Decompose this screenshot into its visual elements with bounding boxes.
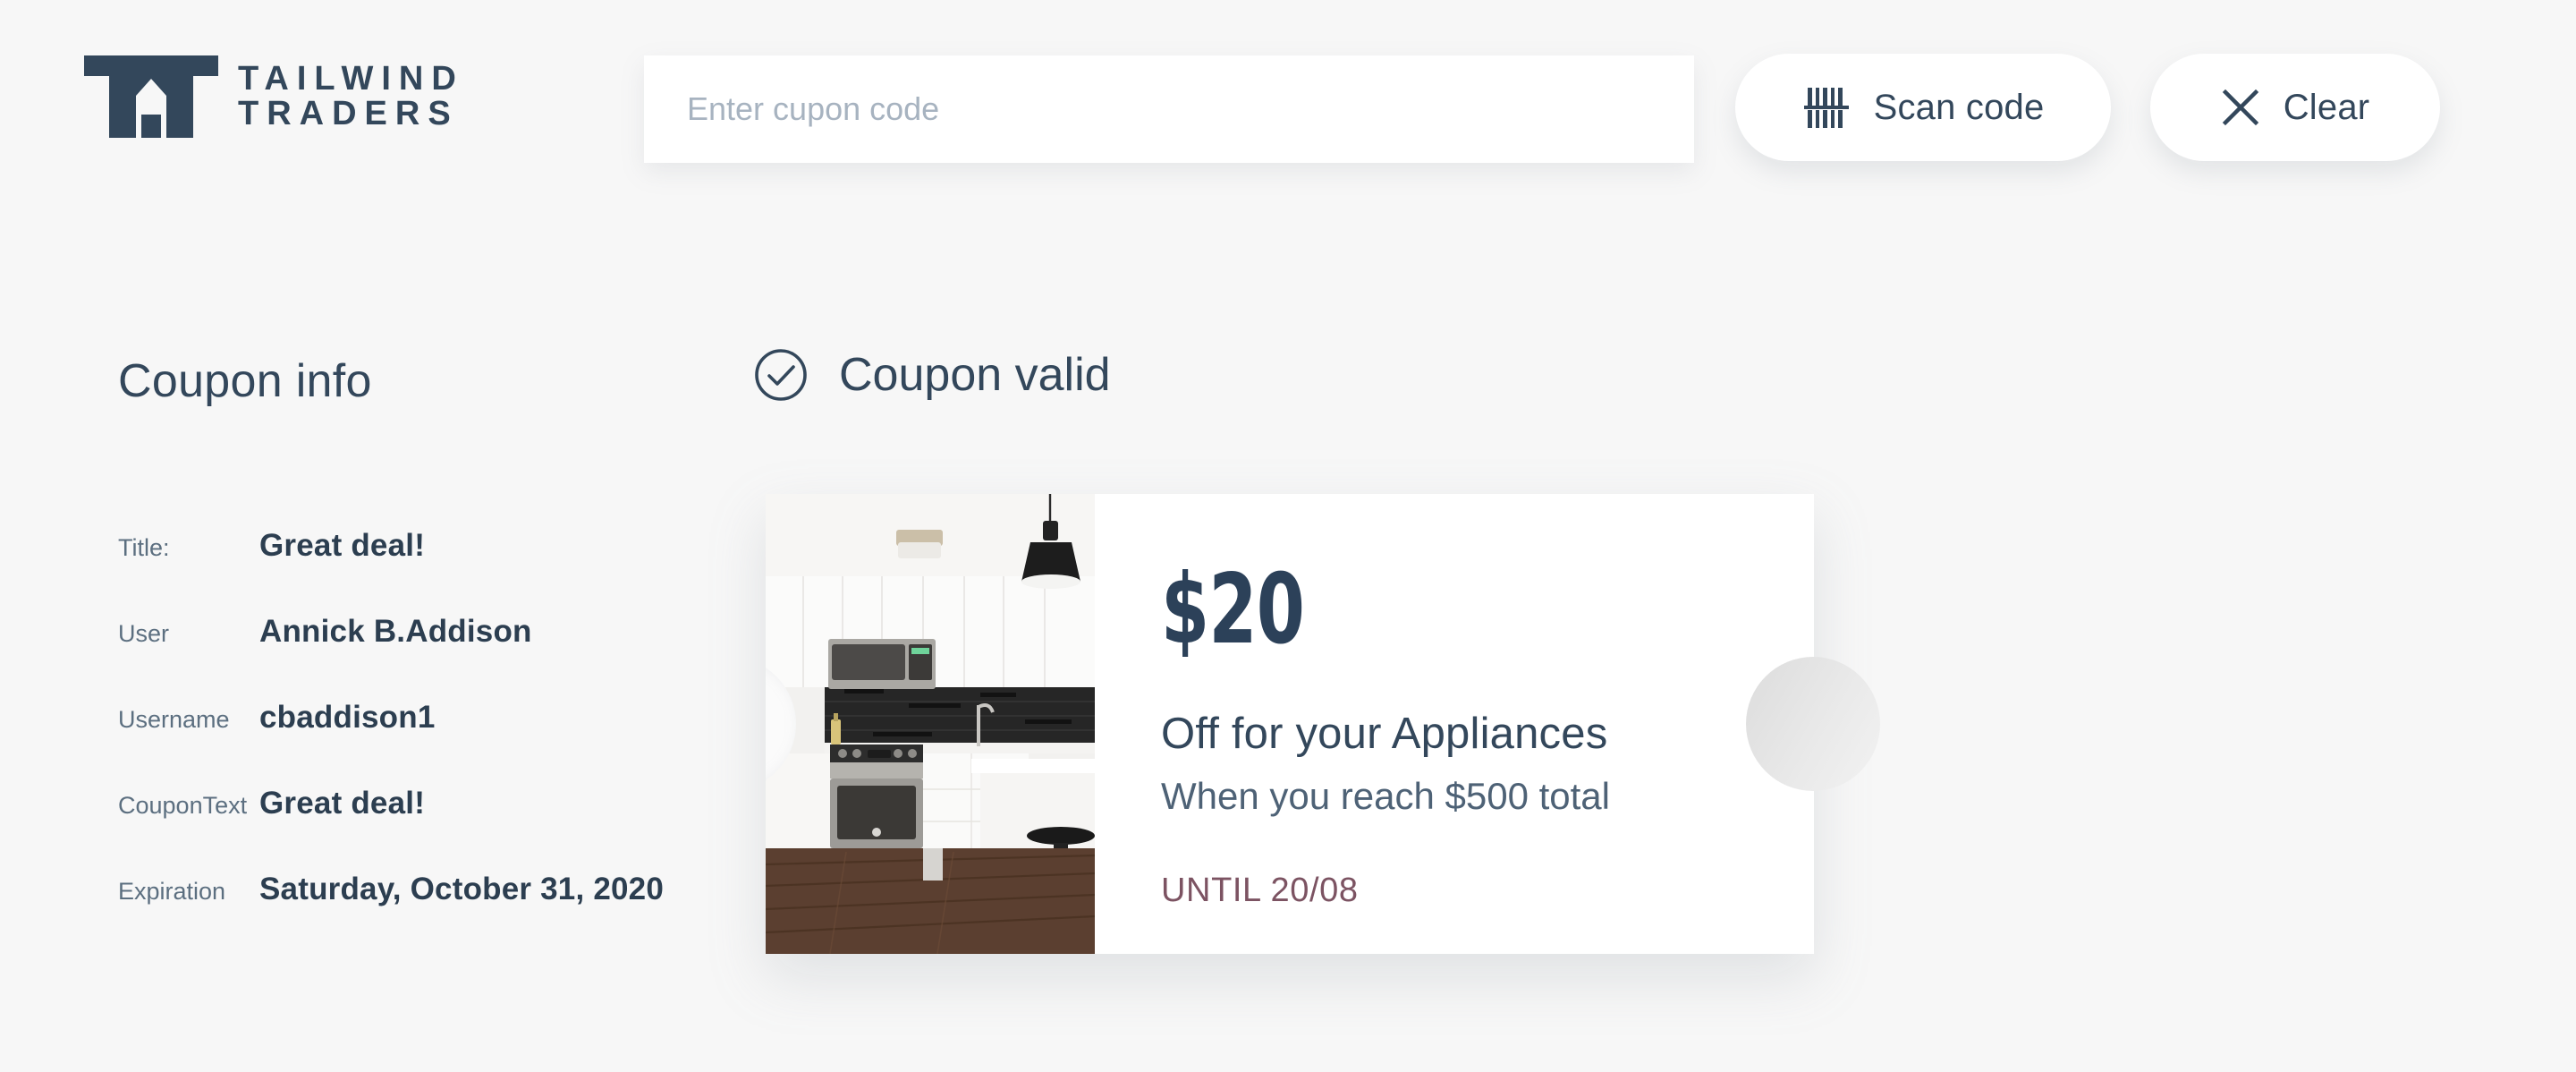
main-content: Coupon info Coupon valid Title: Great de… bbox=[0, 179, 2576, 1072]
field-value: cbaddison1 bbox=[259, 700, 436, 735]
barcode-icon bbox=[1803, 88, 1849, 128]
check-circle-icon bbox=[755, 349, 807, 401]
coupon-amount: $20 bbox=[1161, 554, 1305, 666]
field-value: Annick B.Addison bbox=[259, 614, 532, 649]
scan-code-label: Scan code bbox=[1873, 87, 2045, 127]
field-label: Username bbox=[118, 706, 230, 733]
coupon-details: $20 Off for your Appliances When you rea… bbox=[1095, 494, 1880, 954]
clear-button[interactable]: Clear bbox=[2150, 54, 2440, 161]
field-value: Saturday, October 31, 2020 bbox=[259, 872, 664, 906]
list-item: Title: Great deal! bbox=[118, 528, 673, 614]
brand-logo[interactable]: TAILWIND TRADERS bbox=[84, 55, 464, 138]
list-item: User Annick B.Addison bbox=[118, 614, 673, 700]
field-label: User bbox=[118, 620, 170, 647]
list-item: Username cbaddison1 bbox=[118, 700, 673, 786]
brand-name-line1: TAILWIND bbox=[238, 60, 464, 98]
list-item: Expiration Saturday, October 31, 2020 bbox=[118, 872, 673, 957]
ticket-notch-right bbox=[1746, 657, 1880, 791]
brand-name-line2: TRADERS bbox=[238, 95, 459, 132]
close-x-icon bbox=[2222, 89, 2258, 126]
app-header: TAILWIND TRADERS Scan code bbox=[0, 0, 2576, 179]
coupon-card[interactable]: $20 Off for your Appliances When you rea… bbox=[766, 494, 1880, 954]
coupon-image bbox=[766, 494, 1095, 954]
field-label: Title: bbox=[118, 534, 170, 561]
coupon-headline: Off for your Appliances bbox=[1161, 710, 1608, 758]
brand-wordmark: TAILWIND TRADERS bbox=[238, 62, 464, 132]
field-value: Great deal! bbox=[259, 528, 426, 563]
field-label: CouponText bbox=[118, 792, 248, 819]
coupon-info-title: Coupon info bbox=[118, 355, 372, 407]
field-value: Great deal! bbox=[259, 786, 426, 821]
tailwind-traders-house-logo-icon bbox=[84, 55, 218, 138]
clear-label: Clear bbox=[2283, 87, 2370, 127]
coupon-status-label: Coupon valid bbox=[839, 349, 1111, 401]
coupon-expiry-badge: UNTIL 20/08 bbox=[1161, 872, 1359, 909]
kitchen-photo-illustration bbox=[766, 494, 1095, 954]
field-label: Expiration bbox=[118, 878, 226, 905]
coupon-code-input[interactable] bbox=[644, 55, 1694, 163]
coupon-status: Coupon valid bbox=[753, 347, 1111, 403]
coupon-info-list: Title: Great deal! User Annick B.Addison… bbox=[118, 528, 673, 957]
coupon-subline: When you reach $500 total bbox=[1161, 775, 1610, 817]
scan-code-button[interactable]: Scan code bbox=[1735, 54, 2111, 161]
list-item: CouponText Great deal! bbox=[118, 786, 673, 872]
